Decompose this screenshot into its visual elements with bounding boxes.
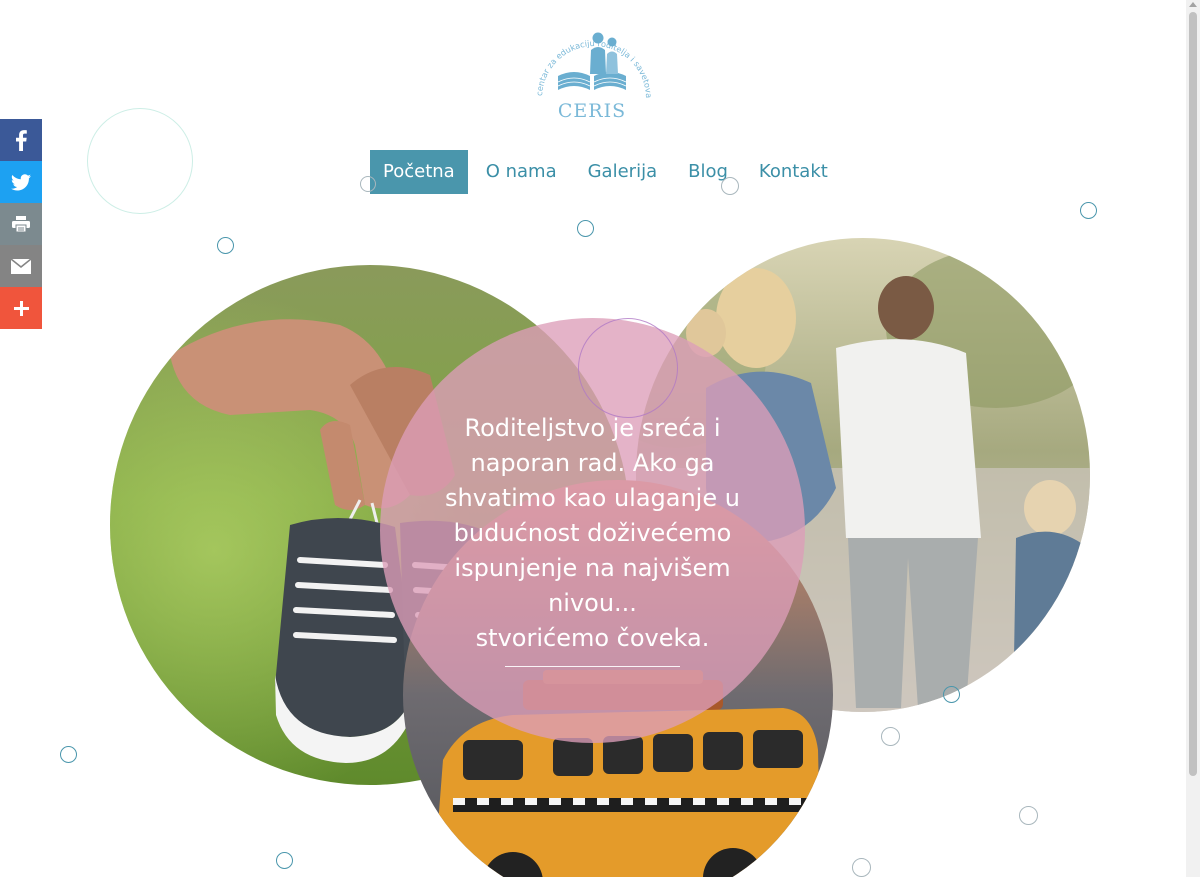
decorative-ring <box>360 176 376 192</box>
decorative-ring <box>60 746 77 763</box>
facebook-share-button[interactable] <box>0 119 42 161</box>
nav-item-kontakt[interactable]: Kontakt <box>746 150 841 194</box>
print-share-button[interactable] <box>0 203 42 245</box>
decorative-ring <box>276 852 293 869</box>
nav-item-pocetna[interactable]: Početna <box>370 150 468 194</box>
decorative-ring <box>577 220 594 237</box>
decorative-ring <box>217 237 234 254</box>
scroll-up-arrow-icon[interactable] <box>1189 2 1197 7</box>
twitter-share-button[interactable] <box>0 161 42 203</box>
facebook-icon <box>16 130 27 151</box>
decorative-ring <box>1019 806 1038 825</box>
nav-item-o-nama[interactable]: O nama <box>473 150 570 194</box>
email-share-button[interactable] <box>0 245 42 287</box>
decorative-ring <box>1080 202 1097 219</box>
page-scrollbar[interactable] <box>1186 0 1200 877</box>
decorative-ring <box>852 858 871 877</box>
logo-wordmark: CERIS <box>557 100 627 122</box>
decorative-ring <box>87 108 193 214</box>
social-share-bar <box>0 119 42 329</box>
nav-item-galerija[interactable]: Galerija <box>575 150 671 194</box>
decorative-ring <box>881 727 900 746</box>
scrollbar-thumb[interactable] <box>1189 12 1197 776</box>
main-navigation: Početna O nama Galerija Blog Kontakt <box>370 150 846 194</box>
decorative-ring <box>721 177 739 195</box>
printer-icon <box>12 216 30 232</box>
envelope-icon <box>11 258 31 274</box>
plus-icon <box>13 300 29 316</box>
twitter-icon <box>11 173 31 190</box>
quote-divider <box>505 665 680 667</box>
site-logo[interactable]: centar za edukaciju roditelja i savetova… <box>525 4 656 122</box>
hero-quote-text: Roditeljstvo je sreća i naporan rad. Ako… <box>445 413 740 652</box>
page: centar za edukaciju roditelja i savetova… <box>0 0 1200 877</box>
decorative-ring <box>943 686 960 703</box>
logo-emblem-icon: centar za edukaciju roditelja i savetova… <box>525 4 654 98</box>
more-share-button[interactable] <box>0 287 42 329</box>
decorative-ring <box>578 318 678 418</box>
